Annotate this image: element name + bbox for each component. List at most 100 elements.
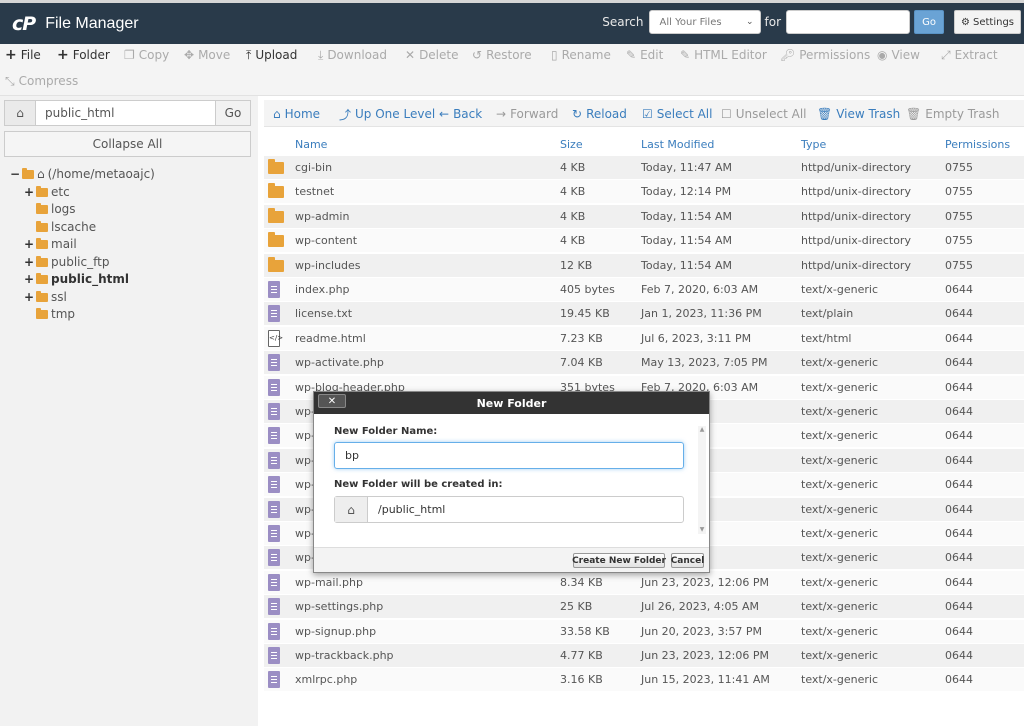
table-row[interactable]: index.php 405 bytes Feb 7, 2020, 6:03 AM te…	[264, 278, 1024, 302]
table-row[interactable]: xmlrpc.php 3.16 KB Jun 15, 2023, 11:41 AM t…	[264, 668, 1024, 693]
table-row[interactable]: wp-signup.php 33.58 KB Jun 20, 2023, 3:57 …	[264, 619, 1024, 644]
reload-button[interactable]: ↻ Reload	[572, 105, 627, 123]
settings-button[interactable]: ⚙ Settings	[954, 10, 1021, 34]
path-go-button[interactable]: Go	[216, 100, 251, 126]
file-type: httpd/unix-directory	[801, 209, 911, 223]
nav-label: Up One Level	[355, 107, 436, 121]
file-modified: Today, 11:47 AM	[641, 161, 733, 174]
tree-node-public-ftp[interactable]: + public_ftp	[24, 254, 109, 270]
copy-button[interactable]: ❐ Copy	[124, 44, 169, 66]
table-row[interactable]: wp-admin 4 KB Today, 11:54 AM httpd/unix-di…	[264, 204, 1024, 229]
scroll-up-icon[interactable]: ▲	[698, 426, 706, 434]
file-modified: Jul 6, 2023, 3:11 PM	[641, 331, 752, 345]
download-button[interactable]: ⤓ Download	[318, 44, 387, 66]
file-size: 7.23 KB	[560, 331, 603, 345]
column-modified-header[interactable]: Last Modified	[641, 138, 714, 151]
home-button[interactable]: ⌂ Home	[273, 105, 320, 123]
home-icon[interactable]: ⌂	[4, 100, 36, 126]
table-row[interactable]: </> readme.html 7.23 KB Jul 6, 2023, 3:11 P…	[264, 326, 1024, 351]
search-input[interactable]	[786, 10, 911, 34]
table-row[interactable]: wp-mail.php 8.34 KB Jun 23, 2023, 12:06 PM…	[264, 570, 1024, 595]
expand-toggle[interactable]: +	[24, 255, 34, 269]
back-button[interactable]: ← Back	[439, 105, 482, 123]
folder-name-input[interactable]: bp	[334, 442, 684, 469]
file-name: wp-	[295, 551, 315, 565]
rename-button[interactable]: ▯ Rename	[551, 44, 611, 66]
expand-toggle[interactable]: +	[24, 237, 34, 251]
unselect-all-button[interactable]: ☐ Unselect All	[721, 105, 807, 123]
file-icon	[268, 647, 280, 664]
file-permissions: 0755	[945, 258, 973, 272]
file-name: wp-mail.php	[295, 575, 363, 589]
permissions-button[interactable]: 🔑︎ Permissions	[780, 44, 870, 66]
up-one-level-button[interactable]: ⤴ Up One Level	[339, 105, 435, 123]
table-row[interactable]: cgi-bin 4 KB Today, 11:47 AM httpd/unix-dir…	[264, 156, 1024, 180]
file-type: text/x-generic	[801, 453, 879, 467]
table-row[interactable]: license.txt 19.45 KB Jan 1, 2023, 11:36 PM…	[264, 302, 1024, 327]
empty-trash-button[interactable]: 🗑︎ Empty Trash	[906, 105, 999, 123]
file-permissions: 0644	[945, 405, 973, 418]
file-icon	[268, 354, 280, 372]
toolbar-label: Restore	[486, 48, 532, 62]
table-row[interactable]: wp-includes 12 KB Today, 11:54 AM httpd/uni…	[264, 253, 1024, 278]
column-name-header[interactable]: Name	[295, 138, 327, 151]
arrow-right-icon: →	[496, 107, 507, 121]
table-row[interactable]: wp-content 4 KB Today, 11:54 AM httpd/unix-…	[264, 229, 1024, 254]
delete-button[interactable]: ✕ Delete	[405, 44, 459, 66]
nav-label: Empty Trash	[925, 107, 1000, 121]
new-folder-button[interactable]: + Folder	[57, 44, 110, 66]
edit-button[interactable]: ✎ Edit	[626, 44, 663, 66]
tree-node-tmp[interactable]: tmp	[24, 306, 75, 322]
compress-button[interactable]: ⤡ Compress	[5, 70, 78, 92]
select-all-button[interactable]: ☑ Select All	[642, 105, 712, 123]
app-logo[interactable]: cP File Manager	[12, 13, 139, 35]
column-type-header[interactable]: Type	[801, 138, 826, 151]
tree-node-root[interactable]: − ⌂ (/home/metaoajc)	[10, 166, 155, 182]
tree-node-etc[interactable]: + etc	[24, 184, 70, 200]
move-icon: ✥	[184, 48, 195, 62]
forward-button[interactable]: → Forward	[496, 105, 558, 123]
table-row[interactable]: wp-settings.php 25 KB Jul 26, 2023, 4:05 A…	[264, 595, 1024, 620]
close-button[interactable]: ✕	[318, 394, 346, 408]
collapse-all-button[interactable]: Collapse All	[4, 131, 251, 157]
folder-icon	[22, 167, 34, 179]
file-icon	[268, 671, 280, 689]
file-type: text/x-generic	[801, 600, 879, 614]
expand-toggle[interactable]: +	[24, 185, 34, 199]
table-row[interactable]: wp-activate.php 7.04 KB May 13, 2023, 7:05…	[264, 351, 1024, 376]
trash-icon: 🗑︎	[817, 107, 833, 121]
column-permissions-header[interactable]: Permissions	[945, 138, 1010, 151]
table-row[interactable]: wp-trackback.php 4.77 KB Jun 23, 2023, 12:…	[264, 644, 1024, 668]
cancel-button[interactable]: Cancel	[671, 553, 704, 568]
view-trash-button[interactable]: 🗑︎ View Trash	[817, 105, 900, 123]
move-button[interactable]: ✥ Move	[184, 44, 230, 66]
collapse-toggle[interactable]: −	[10, 167, 20, 181]
restore-button[interactable]: ↺ Restore	[472, 44, 532, 66]
create-folder-button[interactable]: Create New Folder	[572, 553, 666, 568]
toolbar-label: Delete	[419, 48, 459, 62]
tree-node-public-html[interactable]: + public_html	[24, 271, 129, 287]
tree-node-ssl[interactable]: + ssl	[24, 289, 67, 305]
extract-button[interactable]: ⤢ Extract	[941, 44, 998, 66]
file-type: text/x-generic	[801, 551, 879, 565]
expand-toggle[interactable]: +	[24, 272, 34, 286]
table-row[interactable]: testnet 4 KB Today, 12:14 PM httpd/unix-dir…	[264, 180, 1024, 205]
tree-node-mail[interactable]: + mail	[24, 236, 77, 252]
file-name: testnet	[295, 185, 335, 199]
expand-toggle[interactable]: +	[24, 290, 34, 304]
search-go-button[interactable]: Go	[914, 10, 945, 34]
column-size-header[interactable]: Size	[560, 138, 583, 151]
tree-node-lscache[interactable]: lscache	[24, 219, 96, 235]
file-type: httpd/unix-directory	[801, 234, 911, 248]
scroll-down-icon[interactable]: ▼	[698, 526, 706, 534]
html-editor-button[interactable]: ✎ HTML Editor	[680, 44, 767, 66]
file-icon	[268, 427, 280, 445]
dialog-scrollbar[interactable]: ▲ ▼	[698, 426, 706, 534]
tree-node-logs[interactable]: logs	[24, 201, 76, 217]
view-button[interactable]: ◉ View	[877, 44, 920, 66]
new-file-button[interactable]: + File	[5, 44, 41, 66]
path-input[interactable]: public_html	[36, 100, 216, 126]
file-permissions: 0644	[945, 331, 973, 345]
search-scope-select[interactable]: All Your Files ⌄	[648, 10, 761, 34]
upload-button[interactable]: ⤒ Upload	[246, 44, 297, 66]
